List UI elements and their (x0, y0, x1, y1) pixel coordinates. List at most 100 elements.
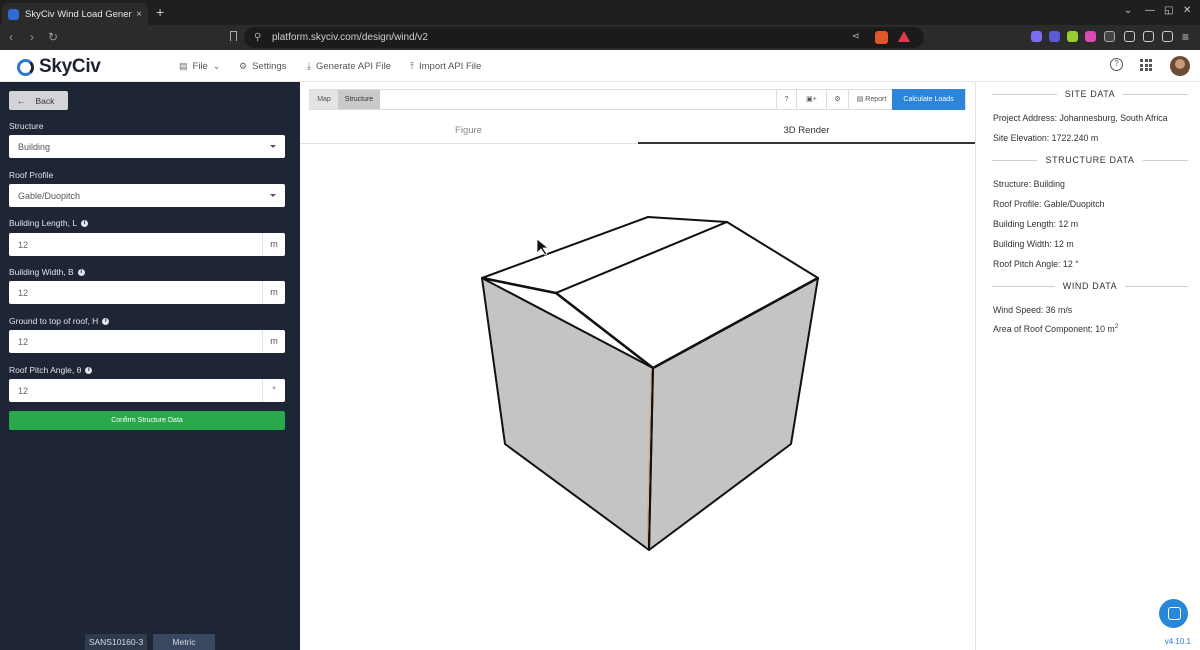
close-window-icon[interactable]: ✕ (1183, 5, 1191, 16)
url-text: platform.skyciv.com/design/wind/v2 (272, 32, 428, 43)
menu-generate-api-label: Generate API File (315, 61, 391, 72)
info-icon[interactable]: i (77, 268, 85, 276)
roof-profile-select-value: Gable/Duopitch (18, 190, 81, 201)
address-bar[interactable]: ⚲ platform.skyciv.com/design/wind/v2 ⋖ (244, 27, 924, 48)
extension-icon[interactable] (1049, 31, 1060, 42)
browser-tab[interactable]: SkyCiv Wind Load Generator × (2, 3, 148, 25)
summary-building-width: Building Width: 12 m (993, 239, 1074, 249)
site-elevation: Site Elevation: 1722.240 m (993, 133, 1099, 143)
summary-roof-pitch: Roof Pitch Angle: 12 ° (993, 259, 1079, 269)
browser-menu-icon[interactable]: ≡ (1182, 30, 1189, 44)
roof-height-input[interactable]: 12 m (9, 330, 285, 353)
structure-toggle[interactable]: Structure (338, 90, 380, 109)
camera-add-icon[interactable]: ▣+ (796, 90, 826, 109)
logo-text: SkyCiv (39, 56, 101, 77)
site-data-heading-text: SITE DATA (1064, 89, 1116, 99)
upload-icon: ⤒ (410, 61, 414, 71)
roof-pitch-label-text: Roof Pitch Angle, θ (9, 365, 82, 375)
app-header: SkyCiv ▤ File ⌄ ⚙ Settings ⤓ Generate AP… (0, 50, 1200, 82)
extension-icon[interactable] (1067, 31, 1078, 42)
menu-import-api-label: Import API File (418, 61, 482, 72)
roof-height-label: Ground to top of roof, H i (9, 316, 110, 326)
forward-nav-icon[interactable]: › (30, 30, 34, 44)
unit-label: m (262, 281, 285, 304)
structure-data-heading: STRUCTURE DATA (992, 155, 1188, 165)
roof-profile-select[interactable]: Gable/Duopitch (9, 184, 285, 207)
tab-3d-render[interactable]: 3D Render (638, 122, 975, 144)
project-address: Project Address: Johannesburg, South Afr… (993, 113, 1168, 123)
menu-settings-label: Settings (252, 61, 287, 72)
skyciv-logo[interactable]: SkyCiv (17, 56, 101, 78)
file-icon: ▤ (179, 61, 188, 71)
report-button[interactable]: ▤ Report (848, 90, 894, 109)
back-button-label: Back (35, 95, 55, 106)
unit-label: ° (262, 379, 285, 402)
wind-data-heading-text: WIND DATA (1062, 281, 1118, 291)
tab-figure[interactable]: Figure (300, 122, 637, 144)
version-label: v4.10.1 (1164, 637, 1191, 646)
toolbar-settings-icon[interactable]: ⚙ (826, 90, 848, 109)
building-length-value: 12 (18, 239, 29, 250)
share-icon[interactable]: ⋖ (852, 31, 860, 42)
render-panel: Map Structure ? ▣+ ⚙ ▤ Report Calculate … (300, 82, 975, 650)
menu-file-label: File (192, 61, 208, 72)
summary-structure: Structure: Building (993, 179, 1065, 189)
building-3d-render[interactable] (300, 144, 975, 644)
menu-file[interactable]: ▤ File ⌄ (179, 61, 220, 72)
chat-support-button[interactable] (1159, 599, 1188, 628)
map-toggle[interactable]: Map (310, 90, 338, 109)
brave-rewards-icon[interactable] (898, 31, 910, 42)
site-info-icon[interactable]: ⚲ (254, 32, 261, 43)
building-length-input[interactable]: 12 m (9, 233, 285, 256)
back-button[interactable]: ← Back (9, 91, 68, 110)
sidebar-toggle-icon[interactable] (1124, 31, 1135, 42)
roof-component-sup: 2 (1114, 324, 1119, 331)
chevron-down-icon: ⌄ (212, 61, 221, 71)
bookmark-icon[interactable] (230, 31, 237, 41)
menu-settings[interactable]: ⚙ Settings (239, 61, 286, 72)
avatar[interactable] (1170, 56, 1190, 76)
help-button[interactable]: ? (776, 90, 796, 109)
roof-pitch-value: 12 (18, 385, 29, 396)
summary-roof-profile: Roof Profile: Gable/Duopitch (993, 199, 1105, 209)
skyciv-logo-icon (17, 58, 34, 76)
help-icon[interactable]: ? (1110, 58, 1123, 71)
report-button-label: Report (865, 96, 887, 103)
roof-pitch-label: Roof Pitch Angle, θ i (9, 365, 93, 375)
building-width-input[interactable]: 12 m (9, 281, 285, 304)
building-width-label: Building Width, B i (9, 267, 85, 277)
extension-icon[interactable] (1031, 31, 1042, 42)
menu-generate-api[interactable]: ⤓ Generate API File (307, 61, 391, 72)
extension-icon[interactable] (1085, 31, 1096, 42)
back-nav-icon[interactable]: ‹ (9, 30, 13, 44)
info-icon[interactable]: i (81, 219, 89, 227)
menu-import-api[interactable]: ⤒ Import API File (410, 61, 481, 72)
reload-icon[interactable]: ↻ (48, 30, 58, 44)
caret-down-icon (270, 194, 276, 197)
building-length-label: Building Length, L i (9, 218, 89, 228)
maximize-icon[interactable]: ◱ (1164, 5, 1173, 16)
tab-list-icon[interactable]: ⌄ (1124, 5, 1132, 16)
calculate-loads-button[interactable]: Calculate Loads (892, 89, 965, 110)
skyciv-favicon-icon (8, 8, 19, 20)
vpn-icon[interactable] (1162, 31, 1173, 42)
wallet-icon[interactable] (1143, 31, 1154, 42)
roof-component-text: Area of Roof Component: 10 m (993, 324, 1115, 334)
confirm-structure-button[interactable]: Confirm Structure Data (9, 411, 285, 430)
apps-grid-icon[interactable] (1140, 59, 1152, 71)
structure-select[interactable]: Building (9, 135, 285, 158)
render-toolbar: Map Structure ? ▣+ ⚙ ▤ Report Calculate … (309, 89, 966, 110)
structure-select-value: Building (18, 141, 51, 152)
tab-close-icon[interactable]: × (136, 9, 142, 20)
extensions-puzzle-icon[interactable] (1104, 31, 1115, 42)
roof-pitch-input[interactable]: 12 ° (9, 379, 285, 402)
unit-system-badge[interactable]: Metric (153, 634, 215, 650)
design-code-badge[interactable]: SANS10160-3 (85, 634, 147, 650)
building-width-value: 12 (18, 287, 29, 298)
browser-tab-bar: SkyCiv Wind Load Generator × + ⌄ — ◱ ✕ (0, 0, 1200, 25)
info-icon[interactable]: i (102, 317, 110, 325)
minimize-icon[interactable]: — (1145, 5, 1155, 16)
new-tab-button[interactable]: + (156, 4, 164, 20)
brave-shields-icon[interactable] (875, 31, 888, 44)
info-icon[interactable]: i (85, 366, 93, 374)
